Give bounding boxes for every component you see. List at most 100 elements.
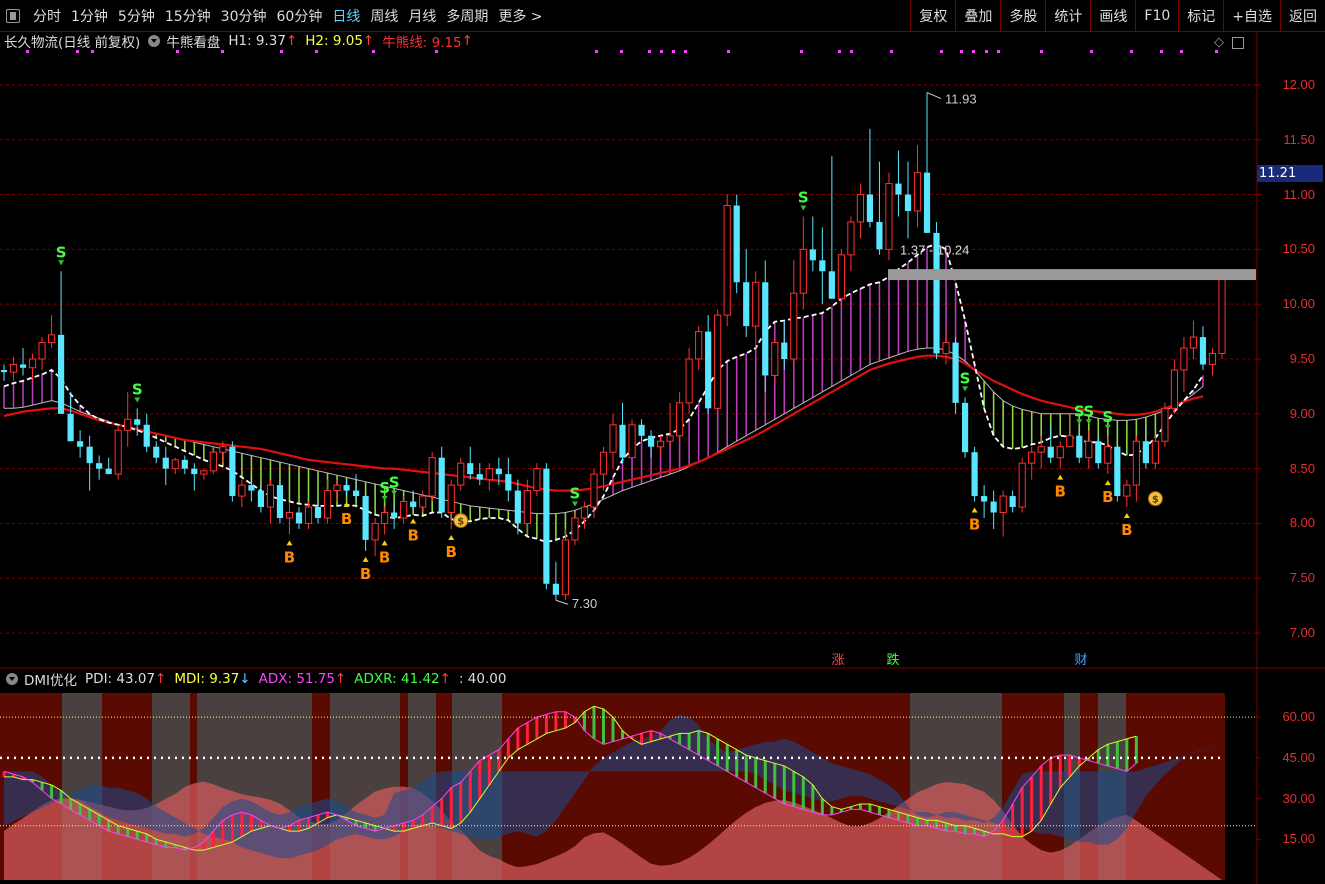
mdi-down-arrow-icon: ↓: [239, 671, 251, 687]
buy-arrow-icon: [1057, 474, 1064, 480]
candle-body-up: [400, 501, 408, 519]
price-tick-label: 12.00: [1282, 76, 1315, 92]
range-label: 1.37 - 10.24: [900, 242, 969, 257]
top-marker-dot: [972, 50, 975, 53]
candle-body-up: [114, 429, 122, 475]
top-marker-dot: [985, 50, 988, 53]
top-marker-dot: [850, 50, 853, 53]
money-bag-icon: $: [1147, 491, 1163, 507]
candle-body-up: [124, 418, 132, 431]
candle-body-down: [391, 512, 398, 518]
candle-body-up: [457, 462, 465, 486]
candle-body-down: [162, 457, 169, 469]
candle-body-down: [438, 457, 445, 513]
price-tick-label: 11.00: [1283, 186, 1315, 202]
candle-body-up: [1066, 435, 1074, 448]
top-marker-dot: [1180, 50, 1183, 53]
top-marker-dot: [221, 50, 224, 53]
price-tick-label: 8.00: [1289, 515, 1315, 531]
candle-body-down: [1047, 446, 1054, 458]
sell-signal-label: S: [570, 485, 581, 503]
buy-signal-label: B: [379, 548, 390, 566]
candle-body-down: [153, 446, 160, 458]
candle-body-down: [352, 490, 360, 497]
candle-body-up: [285, 512, 294, 519]
buy-arrow-icon: [381, 540, 388, 546]
dmi-name[interactable]: DMI优化: [24, 669, 77, 689]
candle-body-up: [1018, 462, 1026, 508]
candle-body-down: [961, 402, 969, 453]
candle-body-up: [1132, 440, 1140, 486]
top-marker-dot: [1130, 50, 1133, 53]
candle-body-down: [191, 468, 198, 475]
dmi-dropdown-icon[interactable]: [6, 673, 18, 685]
buy-signal-label: B: [360, 565, 371, 583]
dmi-level: : 40.00: [458, 671, 507, 687]
price-tick-label: 7.00: [1289, 625, 1315, 641]
candle-body-down: [895, 183, 902, 195]
candle-body-down: [257, 490, 265, 508]
sell-signal-label: S: [960, 369, 971, 387]
low-label: 7.30: [572, 596, 597, 611]
candle-body-up: [9, 363, 18, 373]
candle-body-up: [913, 172, 922, 212]
candle-body-down: [495, 468, 502, 475]
candle-body-down: [514, 490, 521, 524]
dmi-tick-label: 15.00: [1282, 831, 1315, 847]
candle-body-up: [599, 451, 608, 475]
candle-body-up: [885, 183, 893, 250]
candle-body-down: [990, 501, 997, 513]
candle-body-up: [323, 490, 332, 519]
candle-body-down: [362, 496, 369, 540]
candle-body-up: [1104, 446, 1112, 464]
top-marker-dot: [1040, 50, 1043, 53]
candle-body-up: [219, 446, 227, 453]
buy-arrow-icon: [448, 534, 455, 540]
candle-body-down: [410, 501, 417, 508]
candle-body-down: [971, 452, 978, 497]
candle-body-down: [0, 369, 8, 373]
candle-body-up: [837, 254, 845, 300]
top-marker-dot: [372, 50, 375, 53]
candle-body-up: [580, 506, 589, 519]
chart-canvas[interactable]: SSSSSSSSS SBBBBBBBB BB$$ 11.937.301.37 - 1…: [0, 0, 1325, 884]
candle-body-down: [705, 331, 712, 409]
candle-body-down: [781, 342, 788, 359]
candle-body-up: [628, 424, 636, 459]
event-die-label: 跌: [886, 652, 899, 668]
sell-arrow-icon: [1104, 424, 1111, 430]
sell-arrow-icon: [58, 260, 65, 266]
candle-body-down: [86, 446, 93, 464]
candle-body-up: [38, 342, 46, 360]
money-bag-symbol: $: [1152, 495, 1159, 506]
candle-body-down: [543, 468, 550, 584]
candle-body-up: [1123, 484, 1131, 497]
candle-body-down: [952, 342, 959, 403]
candle-body-down: [105, 468, 112, 475]
candle-body-up: [371, 522, 379, 541]
top-marker-dot: [1090, 50, 1093, 53]
top-marker-dot: [890, 50, 893, 53]
top-marker-dot: [435, 50, 438, 53]
top-marker-dot: [595, 50, 598, 53]
buy-arrow-icon: [1104, 480, 1111, 486]
dmi-adxr: ADXR: 41.42: [354, 671, 440, 687]
candle-body-down: [143, 424, 150, 447]
dmi-tick-label: 60.00: [1282, 709, 1315, 725]
buy-arrow-icon: [971, 507, 978, 513]
candlesticks: [0, 92, 1226, 601]
candle-body-down: [647, 435, 655, 447]
candle-body-down: [762, 282, 769, 376]
dmi-tick-label: 45.00: [1282, 749, 1315, 765]
dmi-mdi: MDI: 9.37: [174, 671, 240, 687]
top-marker-dot: [620, 50, 623, 53]
sell-arrow-icon: [571, 501, 578, 507]
price-tick-label: 9.50: [1289, 351, 1315, 366]
candle-body-down: [638, 424, 645, 436]
candle-body-up: [847, 221, 855, 256]
candle-body-up: [1170, 369, 1179, 409]
candle-body-up: [590, 473, 598, 508]
top-marker-dot: [76, 50, 79, 53]
top-marker-dot: [800, 50, 803, 53]
range-bar: [888, 269, 1256, 281]
